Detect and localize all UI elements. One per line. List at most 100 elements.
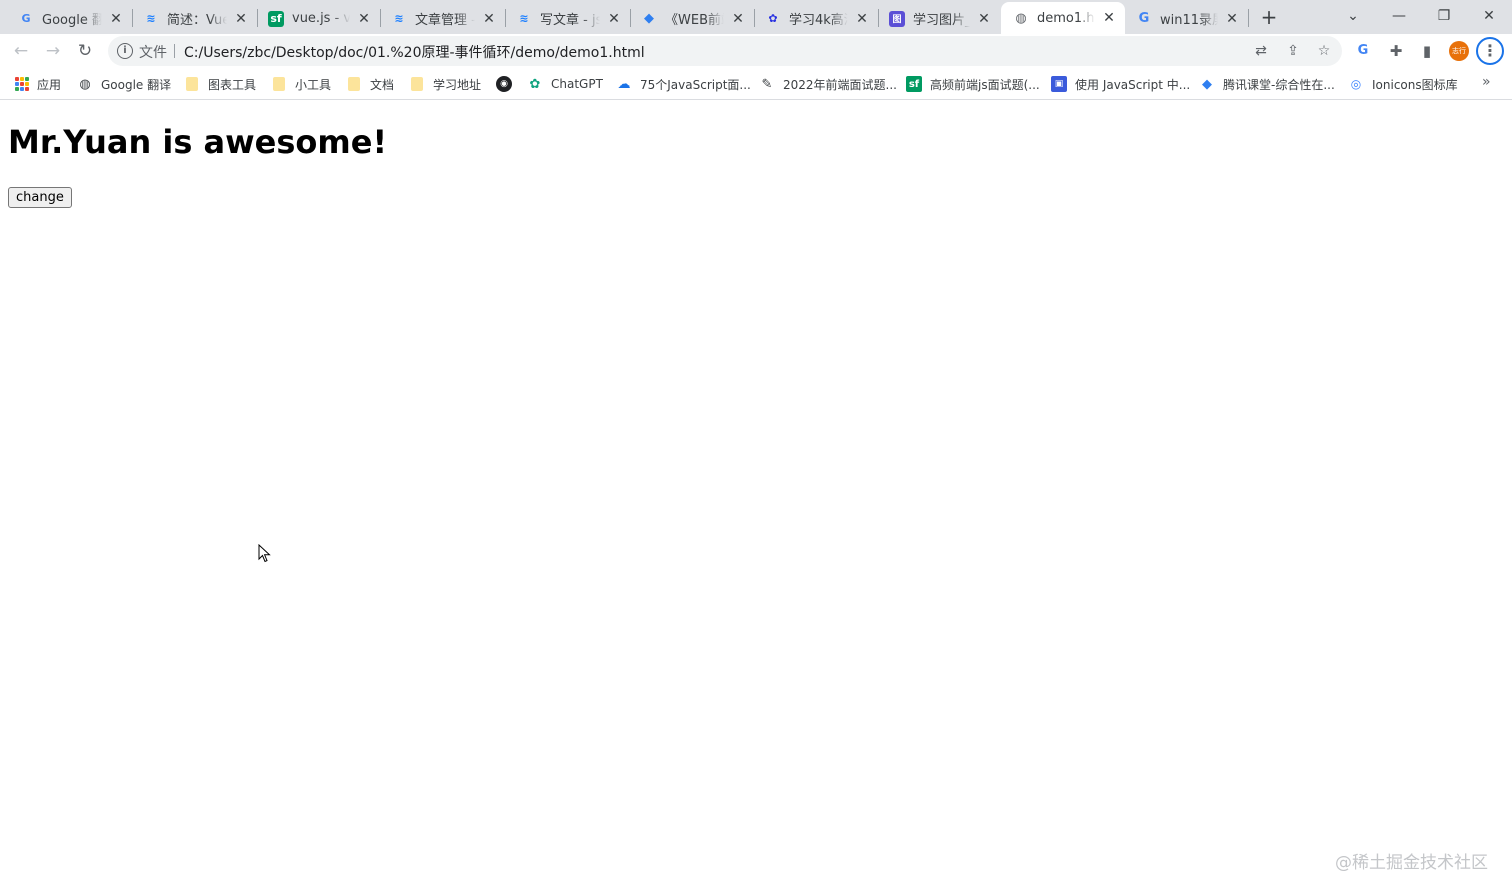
- bookmark-using-javascript[interactable]: ▣ 使用 JavaScript 中...: [1051, 74, 1190, 94]
- tab-win11-record[interactable]: G win11录屏 ✕: [1126, 3, 1248, 34]
- tab-vue-summary[interactable]: ≋ 简述：Vue ✕: [133, 3, 257, 34]
- page-heading: Mr.Yuan is awesome!: [8, 123, 388, 161]
- close-icon[interactable]: ✕: [606, 11, 622, 27]
- bookmark-folder-chart-tools[interactable]: 图表工具: [186, 74, 256, 94]
- tab-title: win11录屏: [1160, 13, 1218, 28]
- juejin-icon: ≋: [394, 12, 404, 25]
- segmentfault-icon: sf: [906, 76, 922, 92]
- close-icon[interactable]: ✕: [854, 11, 870, 27]
- info-icon[interactable]: i: [117, 43, 133, 59]
- forward-button[interactable]: →: [41, 39, 65, 63]
- google-icon: G: [1138, 11, 1150, 26]
- share-icon[interactable]: ⇪: [1284, 42, 1302, 60]
- reload-button[interactable]: ↻: [73, 39, 97, 63]
- bookmark-google-translate[interactable]: ◍ Google 翻译: [77, 74, 171, 94]
- change-button[interactable]: change: [8, 187, 72, 208]
- tab-demo1[interactable]: ◍ demo1.html ✕: [1001, 2, 1125, 34]
- bookmark-unnamed[interactable]: ◉: [496, 74, 520, 94]
- bookmark-chatgpt[interactable]: ✿ ChatGPT: [527, 74, 603, 94]
- browser-menu-button[interactable]: ⋮: [1476, 37, 1504, 65]
- profile-avatar[interactable]: 志行: [1449, 41, 1469, 61]
- new-tab-button[interactable]: +: [1257, 6, 1281, 30]
- close-icon[interactable]: ✕: [976, 11, 992, 27]
- browser-toolbar: ← → ↻ i 文件 C:/Users/zbc/Desktop/doc/01.%…: [0, 34, 1512, 68]
- tab-article-manage[interactable]: ≋ 文章管理 - ✕: [381, 3, 505, 34]
- address-divider: [174, 44, 175, 58]
- bookmark-js-interview[interactable]: sf 高频前端js面试题(...: [906, 74, 1040, 94]
- side-panel-icon[interactable]: ▮: [1416, 40, 1438, 62]
- bookmark-folder-docs[interactable]: 文档: [348, 74, 394, 94]
- bookmark-folder-small-tools[interactable]: 小工具: [273, 74, 331, 94]
- bookmark-ionicons[interactable]: ◎ Ionicons图标库: [1348, 74, 1458, 94]
- bookmark-star-icon[interactable]: ☆: [1315, 42, 1333, 60]
- mouse-cursor-icon: [258, 544, 271, 563]
- tab-title: 《WEB前端: [665, 13, 724, 28]
- bookmark-label: Google 翻译: [101, 77, 172, 92]
- restore-button[interactable]: ❐: [1429, 3, 1459, 29]
- tab-study-images[interactable]: 图 学习图片_ ✕: [879, 3, 1000, 34]
- translate-icon[interactable]: ⇄: [1252, 42, 1270, 60]
- address-bar[interactable]: i 文件 C:/Users/zbc/Desktop/doc/01.%20原理-事…: [108, 36, 1342, 66]
- translate-extension-icon[interactable]: G: [1352, 40, 1374, 62]
- close-icon[interactable]: ✕: [730, 11, 746, 27]
- bookmark-tencent-classroom[interactable]: ◆ 腾讯课堂-综合性在...: [1199, 74, 1335, 94]
- ionicons-icon: ◎: [1350, 77, 1362, 91]
- bookmark-2022-interview[interactable]: ✎ 2022年前端面试题...: [759, 74, 897, 94]
- bookmark-apps[interactable]: 应用: [15, 74, 61, 94]
- tab-strip: G Google 翻译 ✕ ≋ 简述：Vue ✕ sf vue.js - vue…: [0, 0, 1512, 34]
- bookmark-label: 文档: [370, 77, 395, 92]
- close-icon[interactable]: ✕: [1224, 11, 1240, 27]
- close-icon[interactable]: ✕: [233, 11, 249, 27]
- image-site-icon: 图: [889, 10, 905, 27]
- segmentfault-icon: sf: [268, 10, 284, 27]
- minimize-button[interactable]: —: [1384, 3, 1414, 29]
- tab-title: vue.js - vue: [292, 11, 350, 26]
- tab-vuejs[interactable]: sf vue.js - vue ✕: [258, 3, 380, 34]
- file-chip[interactable]: 文件: [139, 42, 167, 62]
- extensions-puzzle-icon[interactable]: ✚: [1385, 40, 1407, 62]
- close-icon[interactable]: ✕: [356, 11, 372, 27]
- watermark: @稀土掘金技术社区: [1335, 853, 1488, 873]
- bookmark-label: 高频前端js面试题(...: [930, 77, 1040, 92]
- folder-icon: [186, 77, 198, 91]
- tab-title: 学习图片_: [913, 13, 970, 28]
- bookmark-label: Ionicons图标库: [1372, 77, 1458, 92]
- tencent-classroom-icon: ◆: [644, 11, 654, 26]
- tab-write-article[interactable]: ≋ 写文章 - js ✕: [506, 3, 630, 34]
- tab-title: 简述：Vue: [167, 13, 227, 28]
- globe-icon: ◍: [79, 76, 91, 92]
- globe-icon: ◍: [1015, 10, 1027, 26]
- bookmark-75-js[interactable]: ☁ 75个JavaScript面...: [616, 74, 751, 94]
- tab-divider: [1248, 9, 1249, 27]
- juejin-icon: ≋: [146, 12, 156, 25]
- baidu-icon: ✿: [768, 12, 778, 25]
- tab-title: Google 翻译: [42, 13, 102, 28]
- back-button[interactable]: ←: [9, 39, 33, 63]
- bookmark-folder-study-links[interactable]: 学习地址: [411, 74, 481, 94]
- close-icon[interactable]: ✕: [1101, 10, 1117, 26]
- bookmark-label: 使用 JavaScript 中...: [1075, 77, 1191, 92]
- bookmark-label: 应用: [37, 77, 62, 92]
- tab-4k-images[interactable]: ✿ 学习4k高清 ✕: [755, 3, 878, 34]
- apps-grid-icon: [15, 77, 29, 91]
- folder-icon: [273, 77, 285, 91]
- tab-title: 文章管理 -: [415, 13, 475, 28]
- close-icon[interactable]: ✕: [108, 11, 124, 27]
- bookmark-label: 腾讯课堂-综合性在...: [1223, 77, 1335, 92]
- tab-google-translate[interactable]: G Google 翻译 ✕: [0, 3, 132, 34]
- url-text[interactable]: C:/Users/zbc/Desktop/doc/01.%20原理-事件循环/d…: [184, 42, 645, 62]
- bookmark-label: 小工具: [295, 77, 332, 92]
- folder-icon: [348, 77, 360, 91]
- tab-web-frontend[interactable]: ◆ 《WEB前端 ✕: [631, 3, 754, 34]
- cloud-icon: ☁: [617, 76, 631, 92]
- bookmark-label: ChatGPT: [551, 77, 603, 91]
- juejin-icon: ≋: [519, 12, 529, 25]
- tab-title: demo1.html: [1037, 10, 1095, 26]
- bookmarks-overflow-button[interactable]: »: [1482, 74, 1491, 90]
- chatgpt-icon: ✿: [529, 76, 541, 92]
- square-icon: ▣: [1051, 76, 1067, 92]
- close-window-button[interactable]: ✕: [1474, 3, 1504, 29]
- page-content: Mr.Yuan is awesome! change @稀土掘金技术社区: [0, 101, 1512, 895]
- tab-search-button[interactable]: ⌄: [1338, 3, 1368, 29]
- close-icon[interactable]: ✕: [481, 11, 497, 27]
